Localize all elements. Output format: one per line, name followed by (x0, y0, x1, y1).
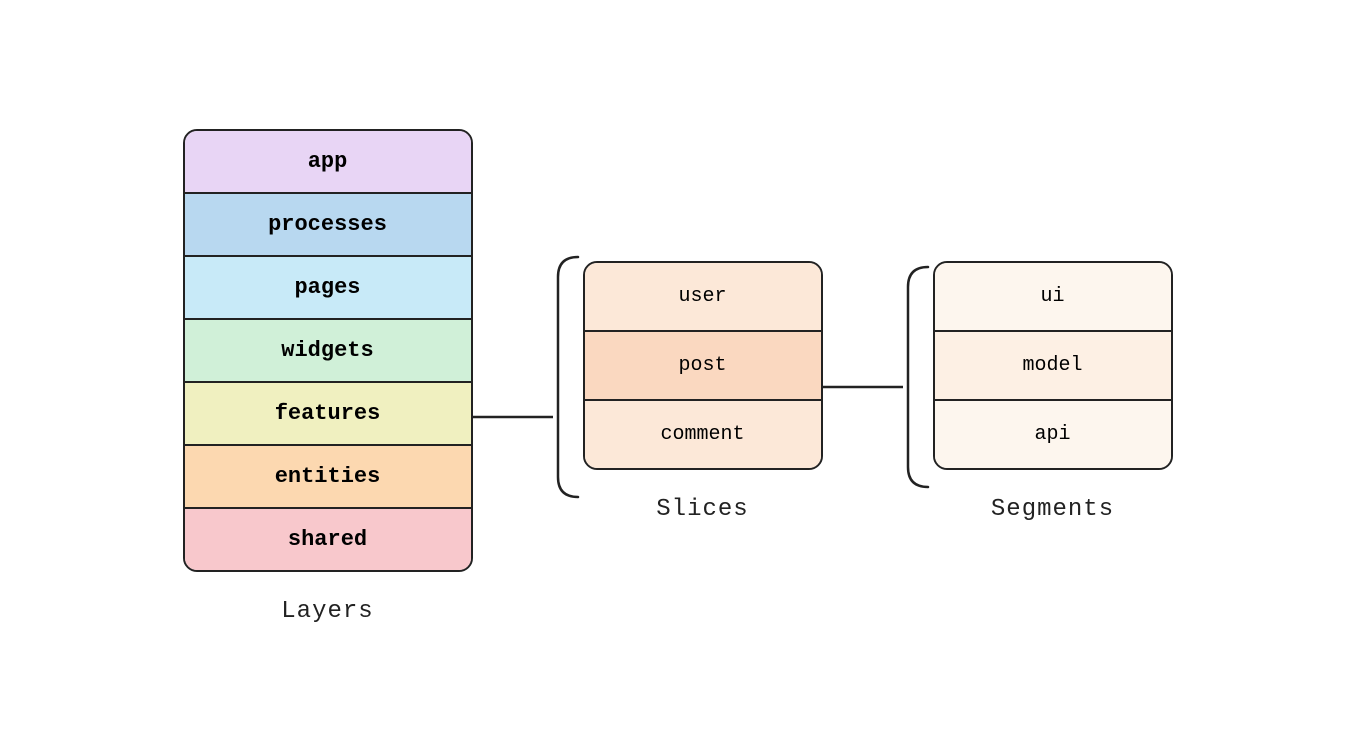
layer-item-features: features (185, 383, 471, 446)
layer-item-widgets: widgets (185, 320, 471, 383)
layer-item-app: app (185, 131, 471, 194)
slices-box: userpostcomment (583, 261, 823, 470)
slices-bracket-area: userpostcomment Slices (553, 207, 823, 547)
left-bracket-slices (553, 247, 583, 507)
diagram: appprocessespageswidgetsfeaturesentities… (183, 129, 1173, 625)
slice-item-post: post (585, 332, 821, 401)
layers-label: Layers (281, 598, 373, 625)
slice-item-user: user (585, 263, 821, 332)
connector-line-1 (473, 207, 553, 547)
segment-item-model: model (935, 332, 1171, 401)
slices-label: Slices (656, 496, 748, 523)
segments-bracket-area: uimodelapi Segments (903, 207, 1173, 547)
layer-item-pages: pages (185, 257, 471, 320)
layers-box: appprocessespageswidgetsfeaturesentities… (183, 129, 473, 572)
layer-item-shared: shared (185, 509, 471, 570)
segments-column: uimodelapi Segments (933, 261, 1173, 523)
slice-item-comment: comment (585, 401, 821, 468)
layer-item-processes: processes (185, 194, 471, 257)
segments-label: Segments (991, 496, 1114, 523)
segment-item-api: api (935, 401, 1171, 468)
left-bracket-segments (903, 257, 933, 497)
connector-line-2 (823, 207, 903, 547)
layer-item-entities: entities (185, 446, 471, 509)
layers-column: appprocessespageswidgetsfeaturesentities… (183, 129, 473, 625)
segments-box: uimodelapi (933, 261, 1173, 470)
slices-column: userpostcomment Slices (583, 261, 823, 523)
segment-item-ui: ui (935, 263, 1171, 332)
